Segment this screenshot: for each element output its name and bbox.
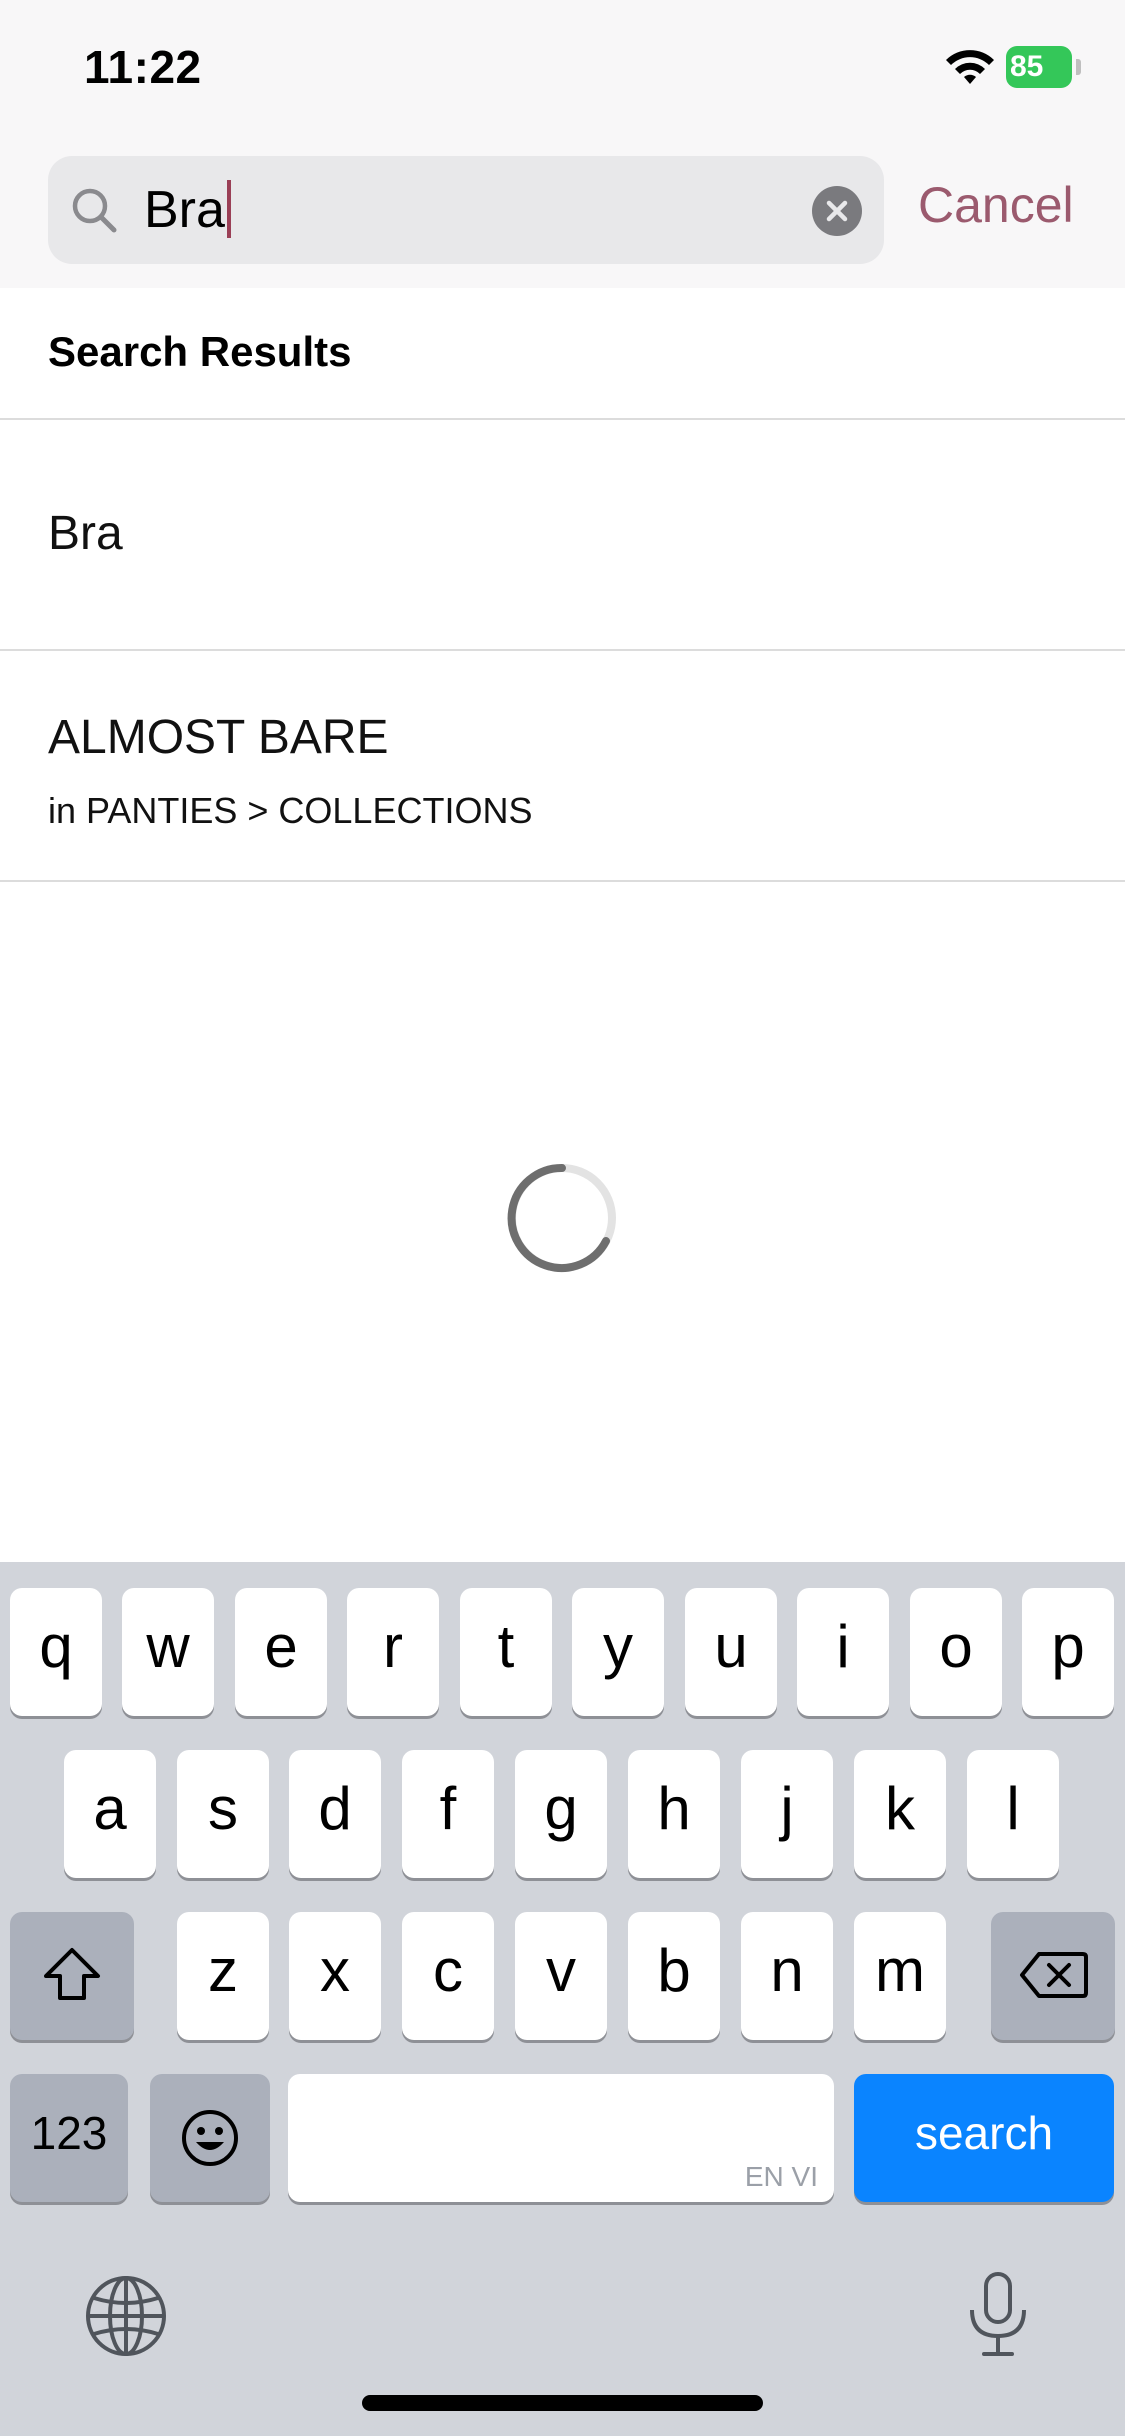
key-o[interactable]: o <box>910 1588 1002 1716</box>
microphone-icon[interactable] <box>962 2270 1034 2360</box>
emoji-icon <box>182 2110 238 2166</box>
status-time: 11:22 <box>84 41 202 93</box>
text-caret <box>226 180 231 239</box>
battery-body: 85 <box>1006 46 1072 88</box>
search-query: Bra <box>144 181 225 239</box>
key-y[interactable]: y <box>572 1588 664 1716</box>
battery-tip <box>1076 59 1081 75</box>
space-language-label: EN VI <box>744 2161 818 2192</box>
search-input[interactable]: Bra <box>144 178 231 242</box>
result-title: ALMOST BARE <box>48 711 389 764</box>
search-key[interactable]: search <box>854 2074 1114 2202</box>
key-v[interactable]: v <box>515 1912 607 2040</box>
globe-icon[interactable] <box>84 2274 168 2358</box>
backspace-icon <box>1020 1952 1088 1998</box>
key-d[interactable]: d <box>289 1750 381 1878</box>
key-f[interactable]: f <box>402 1750 494 1878</box>
key-w[interactable]: w <box>122 1588 214 1716</box>
key-x[interactable]: x <box>289 1912 381 2040</box>
divider <box>0 880 1125 882</box>
numbers-key[interactable]: 123 <box>10 2074 128 2202</box>
key-k[interactable]: k <box>854 1750 946 1878</box>
key-j[interactable]: j <box>741 1750 833 1878</box>
key-m[interactable]: m <box>854 1912 946 2040</box>
home-indicator[interactable] <box>362 2395 763 2411</box>
battery-icon: 85 <box>1006 46 1082 88</box>
space-key[interactable]: EN VI <box>288 2074 834 2202</box>
key-u[interactable]: u <box>685 1588 777 1716</box>
wifi-icon <box>946 50 994 84</box>
key-h[interactable]: h <box>628 1750 720 1878</box>
search-header: Bra Cancel <box>0 140 1125 288</box>
key-p[interactable]: p <box>1022 1588 1114 1716</box>
loading-spinner-icon <box>507 1163 616 1272</box>
key-e[interactable]: e <box>235 1588 327 1716</box>
key-q[interactable]: q <box>10 1588 102 1716</box>
key-s[interactable]: s <box>177 1750 269 1878</box>
status-bar: 11:22 85 <box>0 0 1125 140</box>
key-r[interactable]: r <box>347 1588 439 1716</box>
keyboard: q w e r t y u i o p a s d f g h j k l z … <box>0 1562 1125 2436</box>
divider <box>0 649 1125 651</box>
emoji-key[interactable] <box>150 2074 270 2202</box>
shift-key[interactable] <box>10 1912 134 2040</box>
key-c[interactable]: c <box>402 1912 494 2040</box>
divider <box>0 418 1125 420</box>
result-title: Bra <box>48 507 123 560</box>
clear-search-icon[interactable] <box>812 186 862 236</box>
shift-icon <box>44 1948 100 2000</box>
key-i[interactable]: i <box>797 1588 889 1716</box>
cancel-button[interactable]: Cancel <box>918 176 1074 234</box>
key-z[interactable]: z <box>177 1912 269 2040</box>
key-a[interactable]: a <box>64 1750 156 1878</box>
search-icon <box>72 188 117 233</box>
search-field[interactable]: Bra <box>48 156 884 264</box>
key-g[interactable]: g <box>515 1750 607 1878</box>
battery-level: 85 <box>1010 50 1044 83</box>
key-l[interactable]: l <box>967 1750 1059 1878</box>
result-subtitle: in PANTIES > COLLECTIONS <box>48 790 533 831</box>
key-b[interactable]: b <box>628 1912 720 2040</box>
key-n[interactable]: n <box>741 1912 833 2040</box>
delete-key[interactable] <box>991 1912 1115 2040</box>
search-results-heading: Search Results <box>48 328 352 375</box>
key-t[interactable]: t <box>460 1588 552 1716</box>
